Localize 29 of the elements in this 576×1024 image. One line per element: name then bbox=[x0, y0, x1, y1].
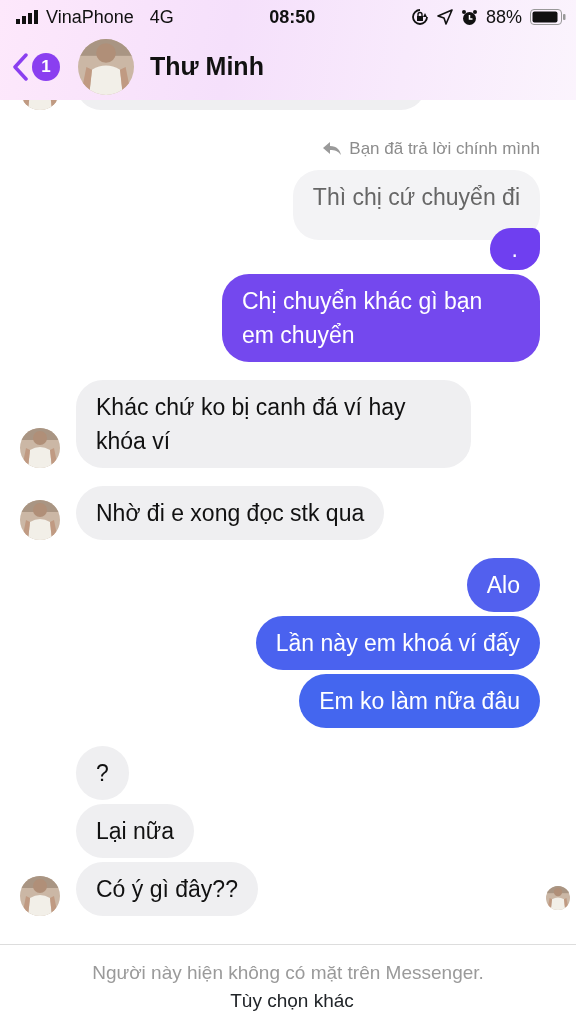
received-message: ? bbox=[76, 745, 129, 800]
network-type: 4G bbox=[149, 5, 174, 29]
back-icon bbox=[12, 53, 28, 81]
alarm-icon bbox=[460, 8, 478, 26]
signal-icon bbox=[16, 10, 38, 24]
sent-message: Alo bbox=[466, 557, 540, 612]
battery-percent: 88% bbox=[485, 5, 522, 29]
received-message: Có ý gì đây?? bbox=[76, 861, 258, 916]
contact-name: Thư Minh bbox=[150, 51, 264, 83]
status-time: 08:50 bbox=[269, 5, 316, 29]
unread-count-badge: 1 bbox=[32, 53, 60, 81]
sent-message: . bbox=[489, 227, 540, 270]
received-message: Lại nữa bbox=[76, 803, 195, 858]
received-message: Nhờ đi e xong đọc stk qua bbox=[76, 485, 385, 540]
sent-message: Lần này em khoá ví đấy bbox=[255, 615, 540, 670]
sent-message: Chị chuyển khác gì bạn em chuyển bbox=[222, 273, 540, 362]
carrier-name: VinaPhone bbox=[46, 5, 134, 29]
quoted-message: Thì chị cứ chuyển đi bbox=[292, 169, 540, 240]
rotation-lock-icon bbox=[410, 8, 429, 26]
battery-icon bbox=[530, 9, 566, 25]
more-options-link[interactable]: Tùy chọn khác bbox=[230, 990, 354, 1011]
reply-icon bbox=[323, 141, 342, 156]
location-icon bbox=[436, 9, 453, 25]
sent-message: Em ko làm nữa đâu bbox=[299, 673, 540, 728]
received-message: Khác chứ ko bị canh đá ví hay khóa ví bbox=[76, 379, 471, 468]
reply-note-text: Bạn đã trả lời chính mình bbox=[349, 138, 540, 160]
contact-avatar bbox=[78, 39, 134, 95]
availability-notice: Người này hiện không có mặt trên Messenger. Tùy chọn khác bbox=[91, 961, 485, 1013]
back-button[interactable]: 1 bbox=[12, 53, 60, 81]
